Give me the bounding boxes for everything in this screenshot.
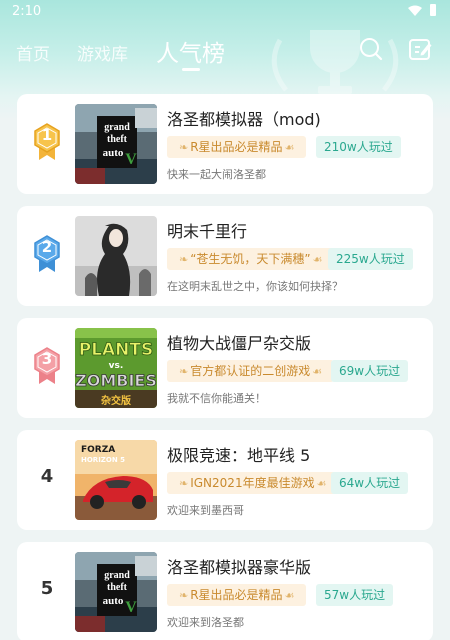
game-cover-forza: FORZA HORIZON 5 [75,440,157,520]
game-title: 明末千里行 [167,222,248,241]
game-card[interactable]: 5 grand theft auto V 洛圣都模拟器豪华版 R星出品必是精品 … [17,542,433,640]
plays-count-tag: 64w人玩过 [331,472,409,494]
plays-count-tag: 210w人玩过 [316,136,401,158]
svg-text:auto: auto [103,595,124,607]
tab-game-library[interactable]: 游戏库 [77,40,128,65]
svg-text:theft: theft [107,134,128,145]
rank-number: 4 [40,466,54,487]
game-cover-pvz: PLANTS vs. ZOMBIES 杂交版 [75,328,157,408]
svg-text:grand: grand [104,122,130,133]
status-time: 2:10 [12,4,42,19]
rank-number: 3 [41,350,53,368]
svg-text:theft: theft [107,582,128,593]
svg-text:V: V [125,599,137,616]
game-cover-mingmo [75,216,157,296]
wifi-icon [408,5,422,16]
game-description: 欢迎来到洛圣都 [167,616,244,629]
rank-number: 2 [41,238,53,256]
svg-text:V: V [125,151,137,168]
game-description: 欢迎来到墨西哥 [167,504,244,517]
plays-count-tag: 57w人玩过 [316,584,394,606]
svg-text:PLANTS: PLANTS [79,340,154,360]
honor-tag: IGN2021年度最佳游戏 [167,472,339,494]
plays-count-tag: 225w人玩过 [328,248,413,270]
svg-text:auto: auto [103,147,124,159]
rank-number: 1 [41,126,53,144]
honor-tag: R星出品必是精品 [167,136,307,158]
status-bar: 2:10 [0,0,450,24]
top-nav: 首页 游戏库 人气榜 [0,30,450,80]
game-description: 在这明末乱世之中，你该如何抉择？ [167,280,343,293]
honor-tag: 官方都认证的二创游戏 [167,360,335,382]
game-cover-gta: grand theft auto V [75,104,157,184]
search-icon[interactable] [358,36,384,62]
game-card[interactable]: 4 FORZA HORIZON 5 极限竞速：地平线 5 IGN2021年度最佳… [17,430,433,530]
svg-text:HORIZON 5: HORIZON 5 [81,456,125,464]
svg-text:ZOMBIES: ZOMBIES [75,371,157,390]
edit-icon[interactable] [407,36,433,62]
tab-home[interactable]: 首页 [16,40,50,65]
svg-text:grand: grand [104,570,130,581]
game-card[interactable]: 2 明末千里行 “苍生无饥，天下满穗” 225w人玩过 在这明末乱世之中，你该如… [17,206,433,306]
game-title: 洛圣都模拟器豪华版 [167,558,312,577]
game-card[interactable]: 3 PLANTS vs. ZOMBIES 杂交版 植物大战僵尸杂交版 官方都认证… [17,318,433,418]
svg-text:FORZA: FORZA [81,445,115,455]
rank-number: 5 [40,578,54,599]
game-title: 极限竞速：地平线 5 [167,446,311,465]
tab-popularity-chart[interactable]: 人气榜 [156,34,225,68]
game-card[interactable]: 1 grand theft auto V 洛圣都模拟器（mod) R星出品必是精… [17,94,433,194]
game-description: 我就不信你能通关！ [167,392,266,405]
honor-tag: R星出品必是精品 [167,584,307,606]
game-title: 洛圣都模拟器（mod) [167,110,321,129]
game-description: 快来一起大闹洛圣都 [167,168,266,181]
game-title: 植物大战僵尸杂交版 [167,334,312,353]
svg-text:杂交版: 杂交版 [101,394,131,407]
active-tab-indicator [182,68,200,71]
game-cover-gta-deluxe: grand theft auto V [75,552,157,632]
honor-tag: “苍生无饥，天下满穗” [167,248,335,270]
plays-count-tag: 69w人玩过 [331,360,409,382]
svg-text:vs.: vs. [109,361,124,371]
battery-icon [430,4,436,16]
